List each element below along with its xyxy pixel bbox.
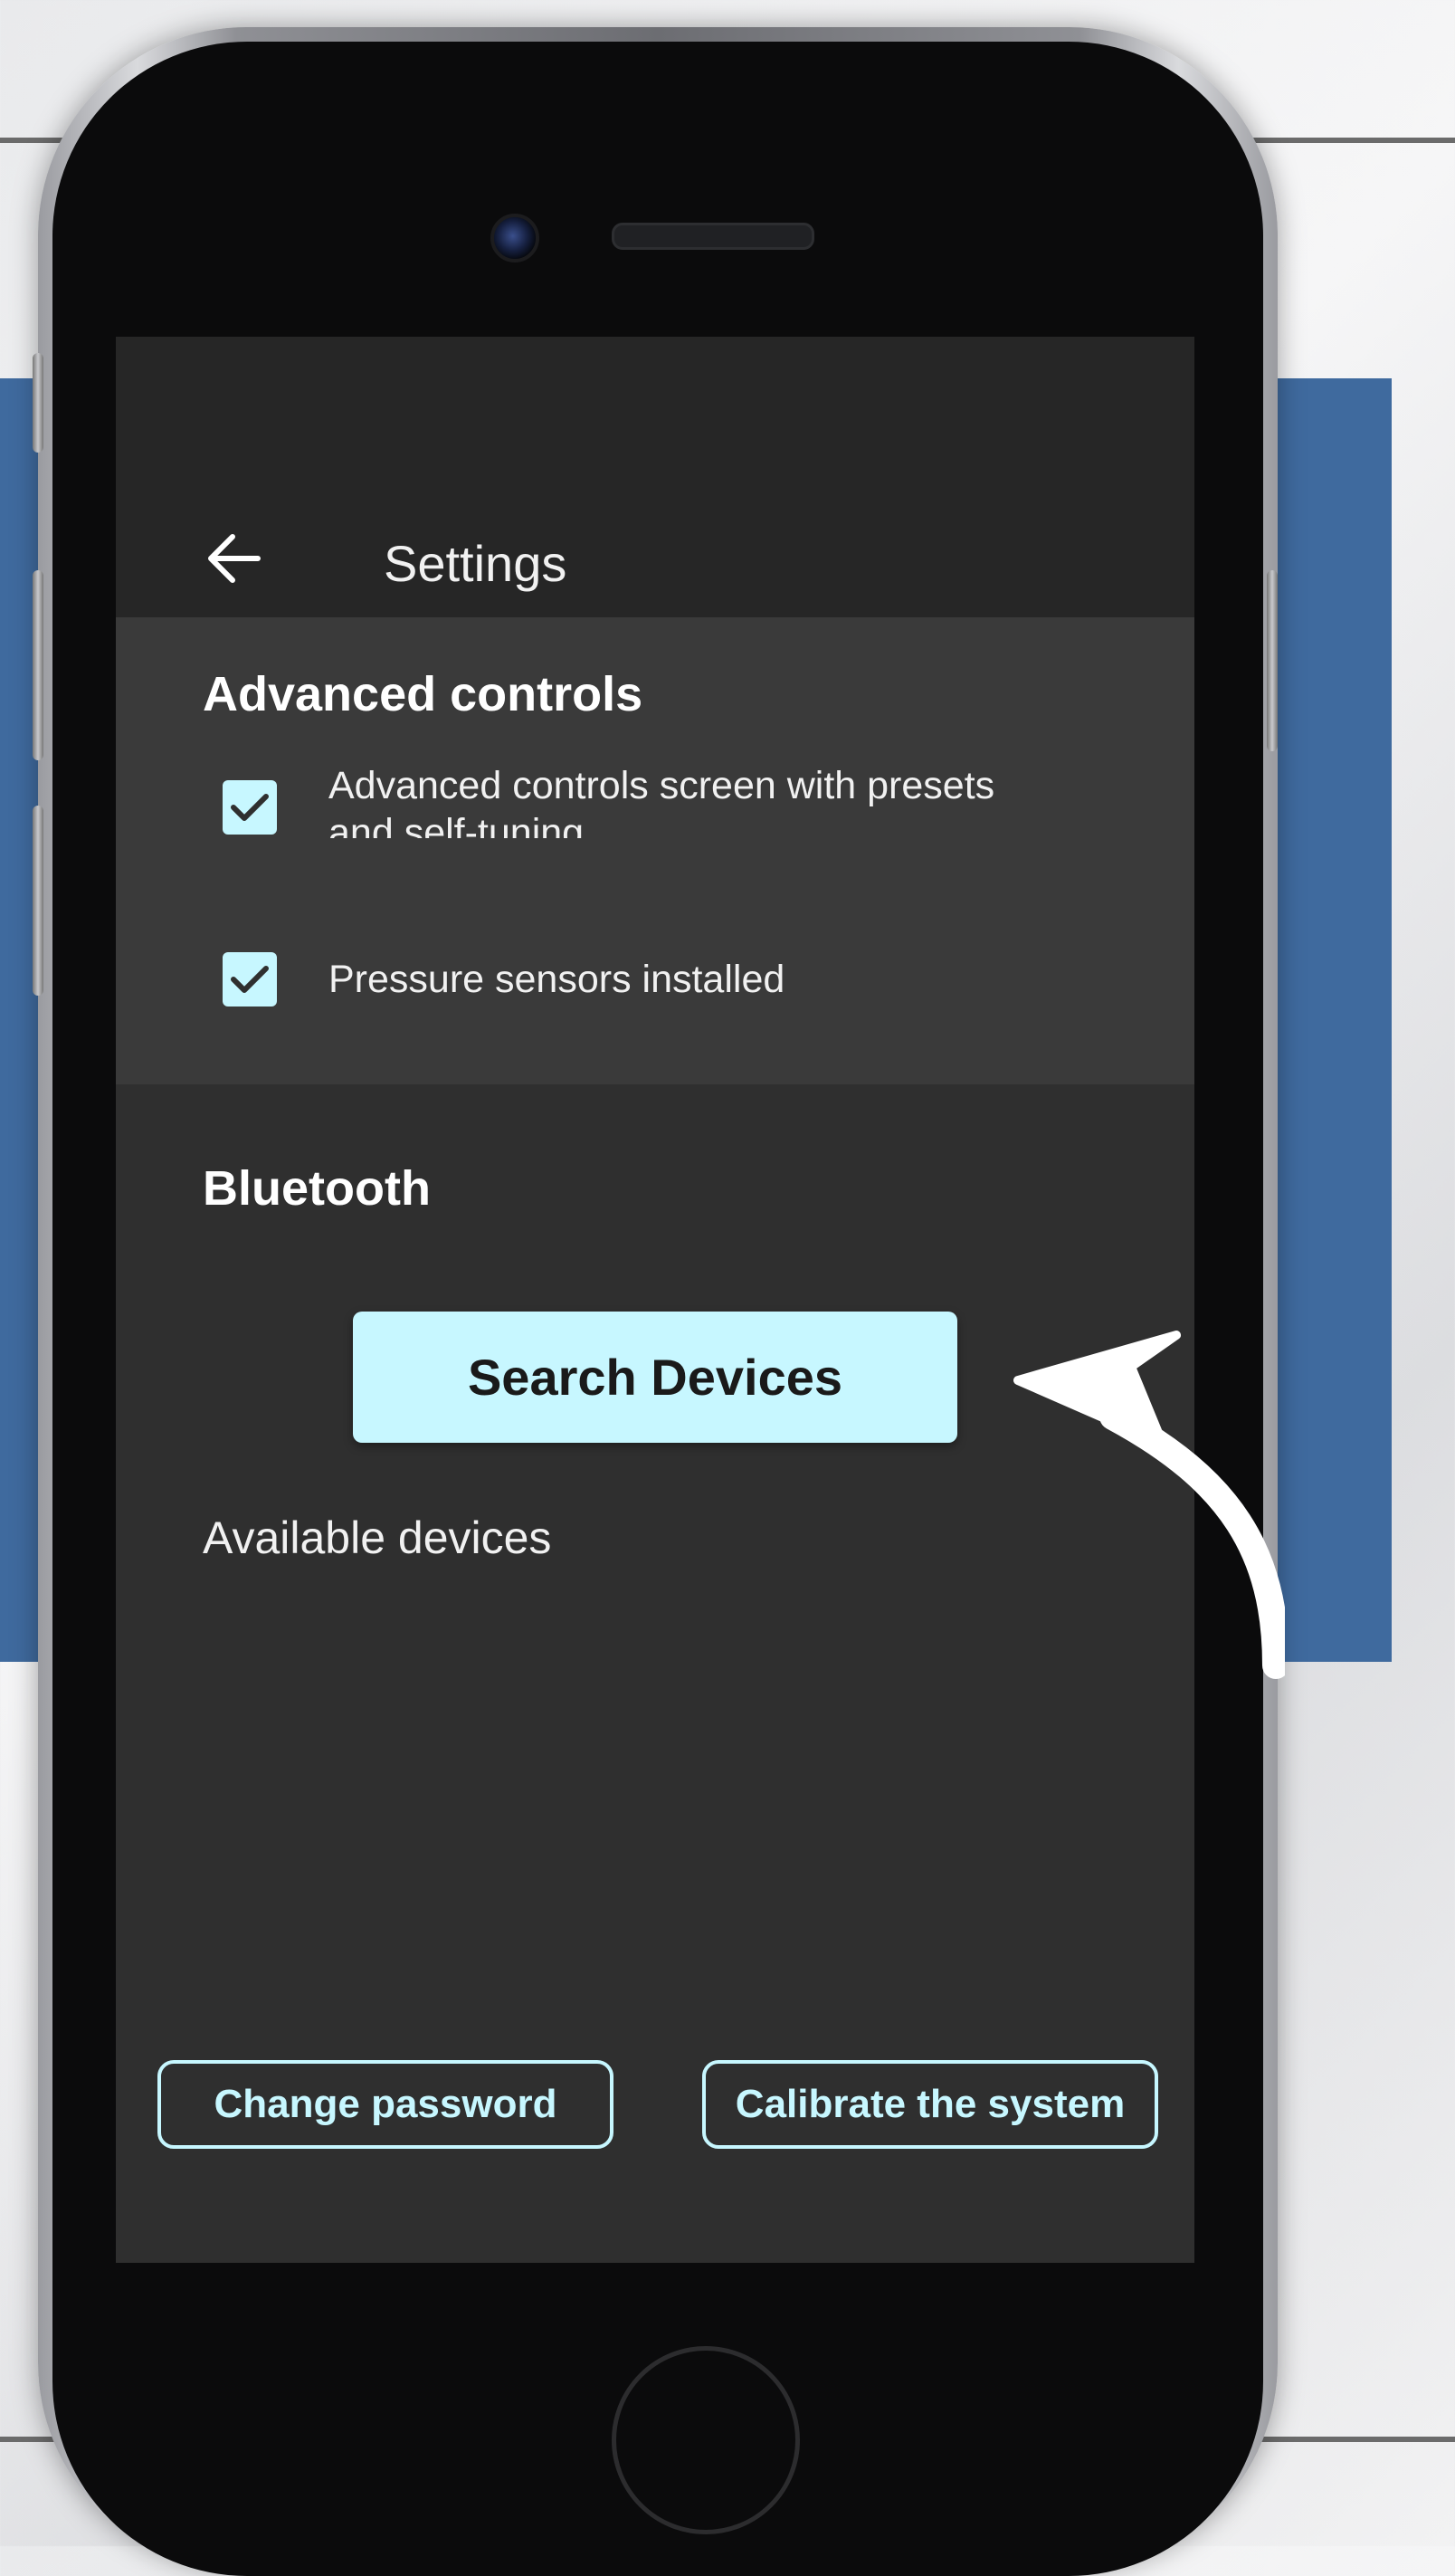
home-button[interactable] — [612, 2346, 800, 2534]
back-button[interactable] — [202, 527, 265, 590]
pressure-sensors-option-label: Pressure sensors installed — [328, 958, 785, 1001]
calibrate-system-button[interactable]: Calibrate the system — [702, 2060, 1158, 2149]
phone-power-button — [1267, 570, 1278, 751]
advanced-controls-title: Advanced controls — [203, 667, 643, 721]
curved-arrow-icon — [1013, 1331, 1285, 1679]
check-icon — [231, 794, 269, 821]
phone-side-button — [33, 353, 43, 453]
front-camera — [490, 214, 539, 262]
advanced-controls-option[interactable]: Advanced controls screen with presets an… — [223, 764, 1016, 838]
search-devices-button[interactable]: Search Devices — [353, 1312, 957, 1443]
bluetooth-title: Bluetooth — [203, 1161, 431, 1216]
advanced-controls-checkbox[interactable] — [223, 780, 277, 835]
phone-volume-down-button — [33, 806, 43, 996]
phone-volume-up-button — [33, 570, 43, 760]
advanced-controls-section: Advanced controls Advanced controls scre… — [116, 617, 1194, 1084]
page-title: Settings — [384, 535, 567, 592]
available-devices-label: Available devices — [203, 1512, 552, 1563]
app-screen: Settings Advanced controls Advanced cont… — [116, 337, 1194, 2263]
change-password-button[interactable]: Change password — [157, 2060, 613, 2149]
earpiece-speaker — [612, 223, 814, 250]
pressure-sensors-option[interactable]: Pressure sensors installed — [223, 952, 1016, 1007]
advanced-controls-option-label: Advanced controls screen with presets an… — [328, 764, 995, 838]
pressure-sensors-checkbox[interactable] — [223, 952, 277, 1007]
arrow-left-icon — [208, 534, 261, 583]
check-icon — [231, 966, 269, 993]
toolbar: Settings — [116, 491, 1194, 617]
